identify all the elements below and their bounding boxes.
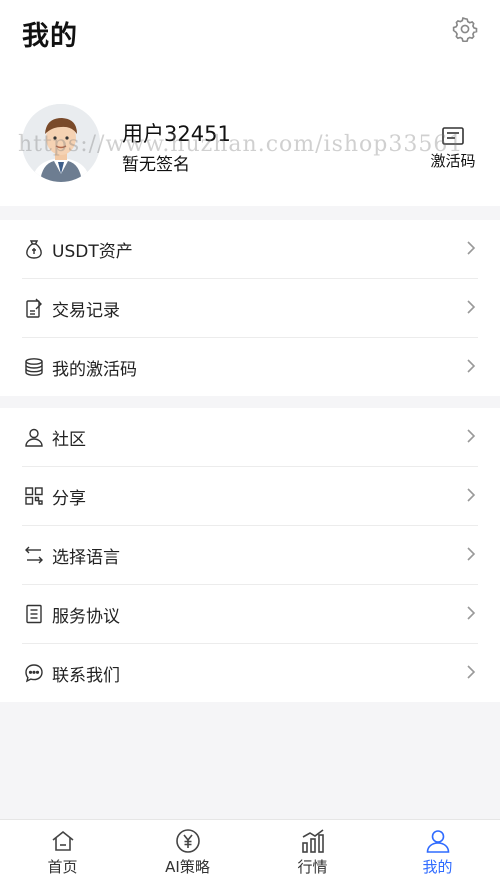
chat-bubble-icon <box>25 664 43 683</box>
swap-arrows-icon <box>25 546 43 564</box>
chevron-right-icon <box>467 665 476 679</box>
username: 用户32451 <box>122 122 231 146</box>
document-edit-icon <box>26 298 42 318</box>
tab-label: 行情 <box>297 858 328 876</box>
chevron-right-icon <box>467 429 476 443</box>
menu-item-my-activation-codes[interactable]: 我的激活码 <box>22 338 478 396</box>
chevron-right-icon <box>467 547 476 561</box>
document-icon <box>26 604 42 624</box>
chevron-right-icon <box>467 488 476 502</box>
grid-qr-icon <box>25 487 43 505</box>
menu-item-share[interactable]: 分享 <box>22 467 478 526</box>
top-bar: 我的 <box>0 0 500 62</box>
coin-stack-icon <box>25 358 43 376</box>
menu-item-label: 交易记录 <box>52 301 120 321</box>
menu-group-assets: USDT资产 交易记录 我的激活码 <box>0 220 500 396</box>
tab-label: 首页 <box>47 858 78 876</box>
menu-item-select-language[interactable]: 选择语言 <box>22 526 478 585</box>
user-icon <box>25 428 43 447</box>
chevron-right-icon <box>467 606 476 620</box>
menu-item-label: USDT资产 <box>52 242 133 262</box>
activation-code-label: 激活码 <box>430 152 476 170</box>
chevron-right-icon <box>467 359 476 373</box>
menu-item-label: 联系我们 <box>52 666 120 686</box>
tab-home[interactable]: 首页 <box>0 820 125 885</box>
tab-mine[interactable]: 我的 <box>375 820 500 885</box>
tab-label: AI策略 <box>165 858 210 876</box>
chevron-right-icon <box>467 300 476 314</box>
gear-icon[interactable] <box>452 16 478 42</box>
card-icon <box>442 127 464 145</box>
menu-item-transaction-records[interactable]: 交易记录 <box>22 279 478 338</box>
activation-code-button[interactable]: 激活码 <box>428 126 478 171</box>
menu-item-label: 社区 <box>52 430 86 450</box>
chevron-right-icon <box>467 241 476 255</box>
signature: 暂无签名 <box>122 155 190 175</box>
menu-item-contact-us[interactable]: 联系我们 <box>22 644 478 702</box>
menu-item-community[interactable]: 社区 <box>22 408 478 467</box>
avatar-illustration <box>22 104 100 182</box>
menu-item-label: 选择语言 <box>52 548 120 568</box>
tab-label: 我的 <box>422 858 453 876</box>
menu-item-label: 我的激活码 <box>52 360 137 380</box>
money-bag-icon <box>26 240 42 259</box>
profile-card: 用户32451 暂无签名 激活码 <box>0 62 500 206</box>
tab-market[interactable]: 行情 <box>250 820 375 885</box>
menu-group-general: 社区 分享 选择语言 服务协议 联系我们 <box>0 408 500 702</box>
tab-ai-strategy[interactable]: AI策略 <box>125 820 250 885</box>
avatar[interactable] <box>22 104 100 182</box>
menu-item-service-agreement[interactable]: 服务协议 <box>22 585 478 644</box>
menu-item-label: 服务协议 <box>52 607 120 627</box>
home-icon <box>52 830 73 851</box>
bottom-tab-bar: 首页 AI策略 行情 我的 <box>0 819 500 885</box>
yuan-circle-icon <box>175 829 200 853</box>
bar-chart-icon <box>301 829 324 853</box>
page-title: 我的 <box>22 21 78 52</box>
user-icon <box>426 830 449 853</box>
menu-item-usdt-assets[interactable]: USDT资产 <box>22 220 478 279</box>
menu-item-label: 分享 <box>52 489 86 509</box>
